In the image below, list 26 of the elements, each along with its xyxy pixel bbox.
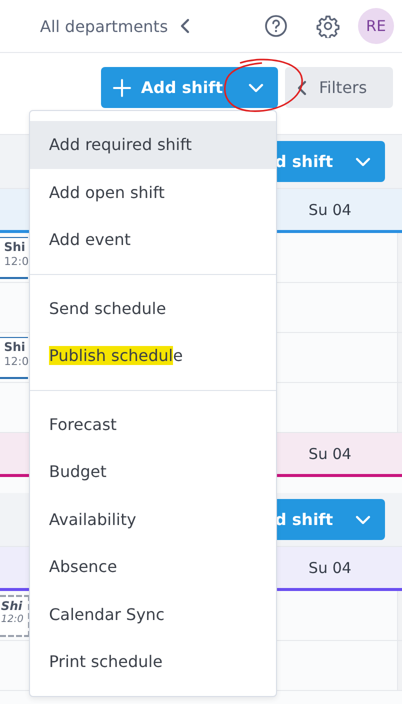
shift-card[interactable]: Shi 12:0 [0,594,30,636]
shift-card[interactable]: Shi 12:0 [0,336,28,378]
menu-item[interactable]: Add event [30,216,276,264]
menu-item[interactable]: Publish schedule [30,332,276,380]
chevron-left-icon [297,80,307,96]
day-label: Su 04 [308,444,352,464]
menu-item[interactable]: Budget [30,448,276,496]
settings-icon[interactable] [316,14,340,38]
help-icon[interactable] [264,14,288,38]
menu-item[interactable]: Absence [30,543,276,590]
menu-item[interactable]: Calendar Sync [30,590,276,638]
filters-button[interactable]: Filters [285,67,393,108]
department-selector[interactable]: All departments [40,16,168,36]
plus-icon [113,78,131,96]
menu-item[interactable]: Send schedule [30,284,276,332]
menu-item[interactable]: Print schedule [30,638,276,686]
day-label: Su 04 [308,200,352,220]
chevron-down-icon [355,156,371,166]
shift-card[interactable]: Shi 12:0 [0,236,28,278]
menu-item[interactable]: Add required shift [30,121,276,168]
chevron-down-icon [248,82,264,92]
day-label: Su 04 [308,558,352,578]
menu-item[interactable]: Forecast [30,400,276,448]
chevron-left-icon [180,18,190,34]
user-avatar[interactable]: RE [358,8,394,44]
chevron-down-icon [355,514,371,524]
